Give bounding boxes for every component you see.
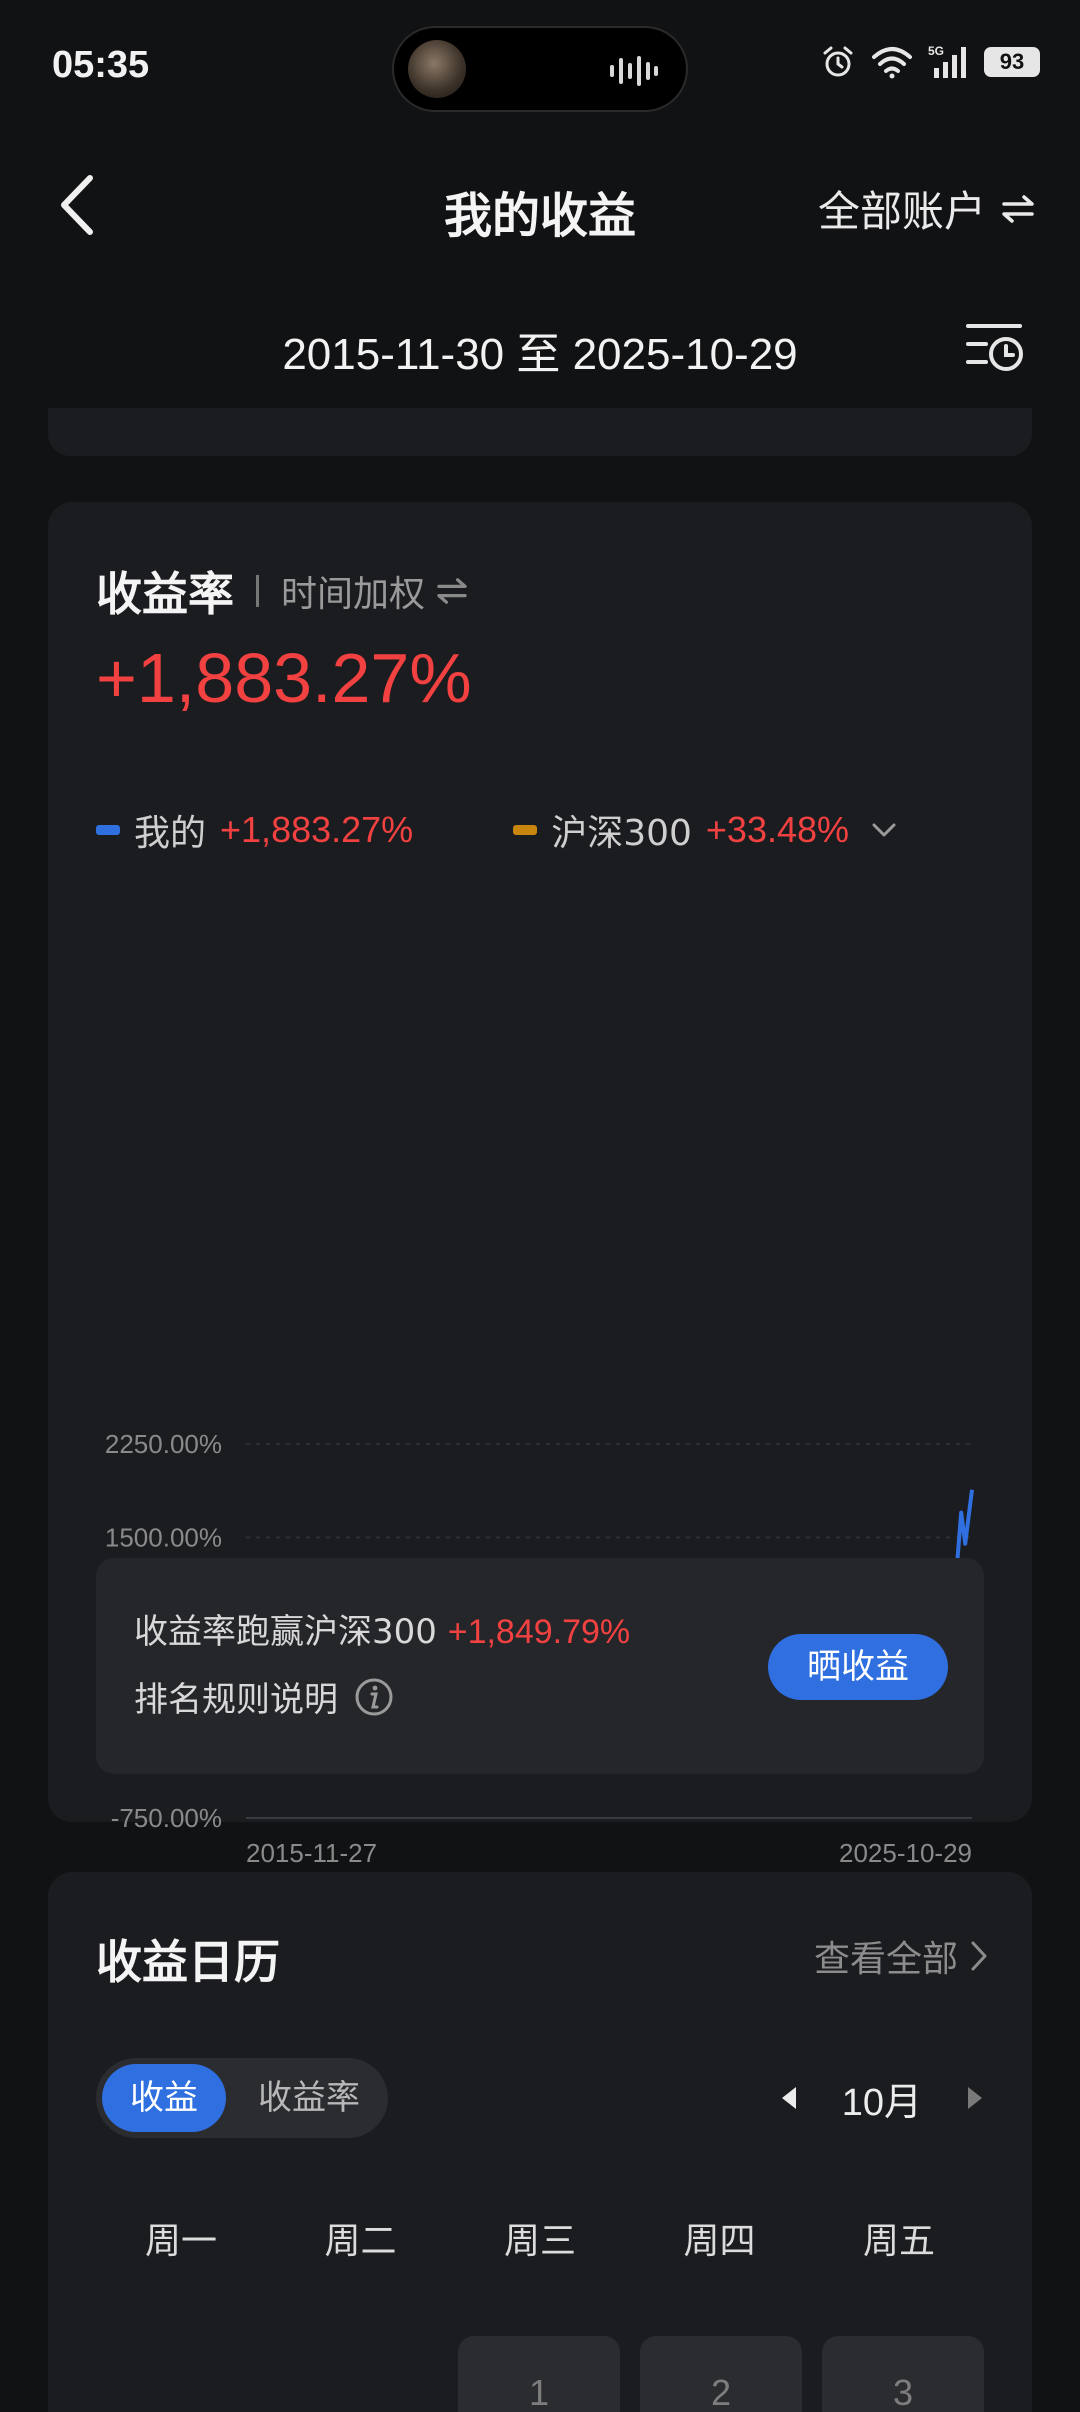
signal-5g-icon: 5G xyxy=(928,44,966,78)
calendar-day[interactable]: 2 xyxy=(640,2336,802,2412)
prev-month-icon[interactable] xyxy=(780,2085,798,2111)
summary-card-partial xyxy=(48,408,1032,456)
info-icon[interactable] xyxy=(354,1677,394,1717)
calendar-day[interactable]: 3 xyxy=(822,2336,984,2412)
account-switch-label: 全部账户 xyxy=(817,187,986,236)
date-range-row: 2015-11-30 至 2025-10-29 xyxy=(0,300,1080,390)
audio-wave-icon xyxy=(610,56,658,86)
next-month-icon[interactable] xyxy=(966,2085,984,2111)
calendar-mode-toggle: 收益 收益率 xyxy=(96,2058,388,2138)
beat-text: 收益率跑赢沪深300 +1,849.79% xyxy=(134,1604,630,1653)
benchmark-beat-panel: 收益率跑赢沪深300 +1,849.79% 排名规则说明 晒收益 xyxy=(96,1558,984,1774)
svg-text:5G: 5G xyxy=(928,44,944,58)
y-tick-label: 1500.00% xyxy=(105,1523,222,1553)
media-artwork xyxy=(408,40,466,98)
month-label: 10月 xyxy=(841,2081,922,2124)
weekday-header: 周一 周二 周三 周四 周五 xyxy=(96,2212,984,2264)
weekday-label: 周一 xyxy=(144,2221,217,2262)
returns-header: 收益率 时间加权 xyxy=(96,558,469,624)
returns-line-chart[interactable]: 2250.00%1500.00%750.00%0.00%-750.00%2015… xyxy=(48,902,1032,1992)
legend-swatch-benchmark xyxy=(513,825,538,835)
beat-value: +1,849.79% xyxy=(447,1613,631,1651)
ranking-rules-label: 排名规则说明 xyxy=(134,1680,338,1720)
x-tick-label: 2015-11-27 xyxy=(246,1838,377,1868)
header-divider xyxy=(256,575,259,607)
battery-indicator: 93 xyxy=(984,47,1040,77)
calendar-days: 1 2 3 xyxy=(96,2336,984,2412)
alarm-icon xyxy=(823,46,853,77)
view-all-link[interactable]: 查看全部 xyxy=(814,1930,988,1982)
chart-legend: 我的 +1,883.27% 沪深300 +33.48% xyxy=(96,804,897,856)
month-navigator: 10月 xyxy=(780,2058,984,2138)
weekday-label: 周四 xyxy=(683,2221,756,2262)
view-all-label: 查看全部 xyxy=(813,1939,958,1980)
ranking-rules-link[interactable]: 排名规则说明 xyxy=(134,1672,394,1721)
y-tick-label: -750.00% xyxy=(111,1803,222,1833)
status-bar: 05:35 5G 93 xyxy=(0,0,1080,140)
chevron-right-icon xyxy=(971,1941,987,1971)
back-button[interactable] xyxy=(48,170,108,240)
legend-name-mine: 我的 xyxy=(134,813,207,854)
beat-label: 收益率跑赢沪深300 xyxy=(134,1612,437,1652)
swap-icon xyxy=(1002,194,1034,223)
nav-bar: 我的收益 全部账户 xyxy=(0,150,1080,260)
legend-value-benchmark: +33.48% xyxy=(705,809,850,850)
weekday-label: 周三 xyxy=(503,2221,576,2262)
dynamic-island[interactable] xyxy=(392,26,688,112)
returns-title: 收益率 xyxy=(96,567,234,621)
wifi-icon xyxy=(872,47,912,79)
calendar-day[interactable]: 1 xyxy=(458,2336,620,2412)
chevron-down-icon[interactable] xyxy=(871,822,897,838)
calendar-title: 收益日历 xyxy=(96,1935,280,1989)
history-filter-icon[interactable] xyxy=(964,318,1026,374)
weighting-toggle[interactable]: 时间加权 xyxy=(281,565,425,617)
legend-swatch-mine xyxy=(96,825,120,835)
status-time: 05:35 xyxy=(52,44,150,86)
weekday-label: 周五 xyxy=(862,2221,935,2262)
returns-value: +1,883.27% xyxy=(96,639,472,717)
date-range[interactable]: 2015-11-30 至 2025-10-29 xyxy=(0,318,1080,382)
account-switch-button[interactable]: 全部账户 xyxy=(818,178,1036,239)
returns-card: 收益率 时间加权 +1,883.27% 我的 +1,883.27% 沪深300 … xyxy=(48,502,1032,1868)
status-icons: 5G 93 xyxy=(820,44,1040,80)
toggle-return-rate[interactable]: 收益率 xyxy=(236,2064,382,2132)
y-tick-label: 2250.00% xyxy=(105,1429,222,1459)
swap-icon[interactable] xyxy=(435,577,469,605)
x-tick-label: 2025-10-29 xyxy=(839,1838,972,1868)
returns-calendar-card: 收益日历 查看全部 收益 收益率 10月 周一 周二 周三 周四 周五 1 2 … xyxy=(48,1872,1032,2412)
weekday-label: 周二 xyxy=(324,2221,397,2262)
legend-name-benchmark[interactable]: 沪深300 xyxy=(551,804,692,856)
share-returns-button[interactable]: 晒收益 xyxy=(768,1634,948,1700)
toggle-returns[interactable]: 收益 xyxy=(102,2064,226,2132)
legend-value-mine: +1,883.27% xyxy=(220,809,414,850)
